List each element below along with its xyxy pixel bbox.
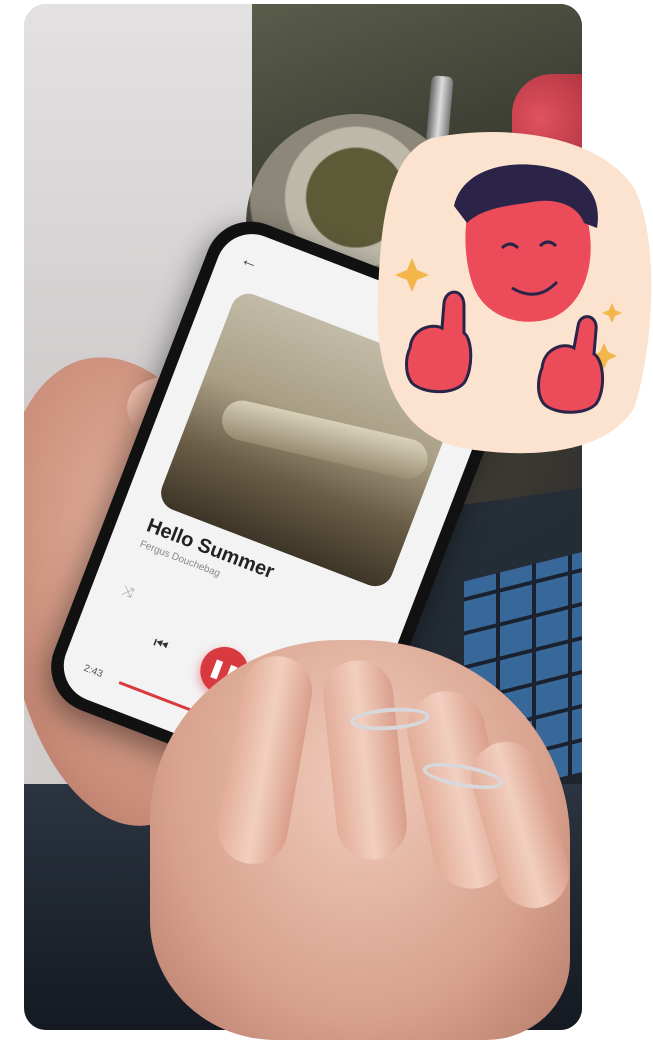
thumbs-up-man-icon	[377, 132, 652, 454]
previous-track-icon[interactable]: ⏮	[150, 634, 171, 656]
shuffle-icon[interactable]: ⤨	[120, 582, 136, 602]
back-arrow-icon[interactable]: ←	[238, 248, 262, 274]
progress-fill	[118, 681, 192, 712]
current-time: 2:43	[82, 662, 105, 681]
